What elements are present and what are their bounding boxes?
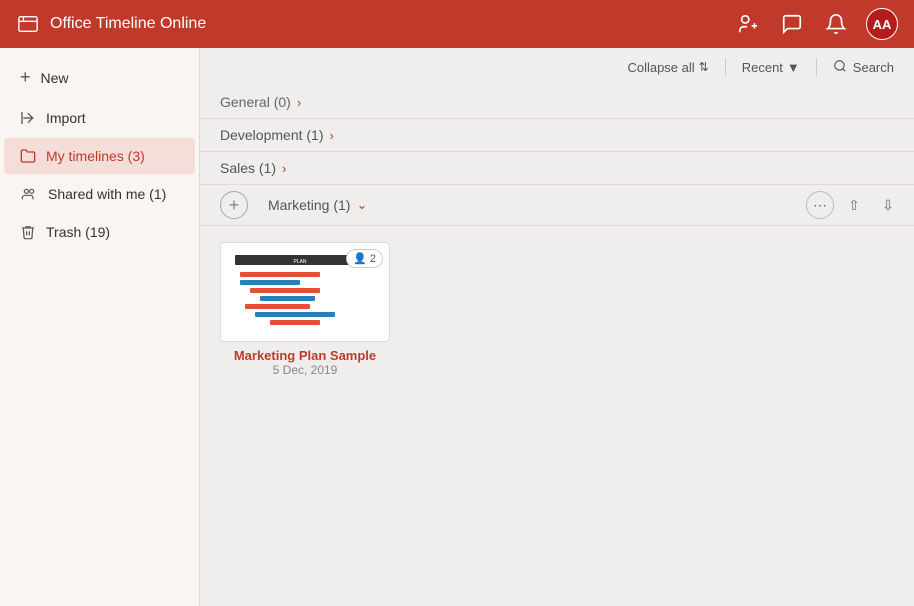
collapse-icon: ⇅ [699, 60, 709, 74]
folder-icon [20, 148, 36, 164]
group-marketing-actions: ⋯ ⇧ ⇩ [806, 191, 914, 219]
toolbar-divider [725, 58, 726, 76]
header-actions: AA [734, 8, 898, 40]
group-development: Development (1) › [200, 119, 914, 152]
collapse-all-button[interactable]: Collapse all ⇅ [627, 60, 708, 75]
svg-text:PLAN: PLAN [293, 259, 306, 265]
add-user-icon[interactable] [734, 10, 762, 38]
group-sales-title-area: Sales (1) › [220, 160, 286, 176]
trash-icon [20, 224, 36, 240]
marketing-cards-area: PLAN 👤 2 [200, 226, 914, 393]
group-marketing-up-button[interactable]: ⇧ [840, 191, 868, 219]
toolbar: Collapse all ⇅ Recent ▼ Search [200, 48, 914, 86]
sidebar-item-new[interactable]: + New [4, 57, 195, 98]
marketing-plan-card[interactable]: PLAN 👤 2 [220, 242, 390, 377]
import-icon [20, 110, 36, 126]
group-general-header[interactable]: General (0) › [200, 86, 914, 119]
group-marketing-title-area[interactable]: Marketing (1) ⌄ [248, 197, 806, 213]
group-development-header[interactable]: Development (1) › [200, 119, 914, 152]
group-marketing-header-row: + Marketing (1) ⌄ ⋯ ⇧ ⇩ [200, 185, 914, 226]
group-development-expand-icon: › [330, 128, 334, 143]
sidebar-item-shared[interactable]: Shared with me (1) [4, 176, 195, 212]
group-general-expand-icon: › [297, 95, 301, 110]
group-marketing-more-button[interactable]: ⋯ [806, 191, 834, 219]
search-button[interactable]: Search [833, 59, 894, 76]
app-logo-icon [16, 12, 40, 36]
group-development-title-area: Development (1) › [220, 127, 334, 143]
sidebar-item-import[interactable]: Import [4, 100, 195, 136]
chevron-down-icon: ▼ [787, 60, 800, 75]
group-sales: Sales (1) › [200, 152, 914, 185]
group-marketing-down-button[interactable]: ⇩ [874, 191, 902, 219]
recent-label: Recent [742, 60, 783, 75]
plus-icon: + [20, 67, 31, 88]
search-icon [833, 59, 847, 76]
sidebar: + New Import My timelines (3) [0, 48, 200, 606]
group-development-label: Development (1) [220, 127, 324, 143]
group-sales-expand-icon: › [282, 161, 286, 176]
recent-button[interactable]: Recent ▼ [742, 60, 800, 75]
bell-icon[interactable] [822, 10, 850, 38]
sidebar-trash-label: Trash (19) [46, 224, 110, 240]
app-title: Office Timeline Online [50, 15, 734, 33]
main-content: Collapse all ⇅ Recent ▼ Search [200, 48, 914, 606]
add-to-marketing-button[interactable]: + [220, 191, 248, 219]
group-general-label: General (0) [220, 94, 291, 110]
main-layout: + New Import My timelines (3) [0, 48, 914, 606]
marketing-plan-name: Marketing Plan Sample [220, 348, 390, 363]
marketing-plan-date: 5 Dec, 2019 [220, 363, 390, 377]
user-avatar[interactable]: AA [866, 8, 898, 40]
shared-icon [20, 186, 38, 202]
collaborators-count: 2 [370, 253, 376, 265]
header: Office Timeline Online AA [0, 0, 914, 48]
marketing-plan-thumbnail: PLAN 👤 2 [220, 242, 390, 342]
sidebar-new-label: New [41, 70, 69, 86]
sidebar-item-trash[interactable]: Trash (19) [4, 214, 195, 250]
collapse-all-label: Collapse all [627, 60, 694, 75]
group-marketing-collapse-icon: ⌄ [356, 197, 367, 213]
search-label: Search [853, 60, 894, 75]
group-marketing-label: Marketing (1) [268, 197, 350, 213]
collab-person-icon: 👤 [353, 252, 367, 265]
sidebar-item-my-timelines[interactable]: My timelines (3) [4, 138, 195, 174]
sidebar-import-label: Import [46, 110, 86, 126]
collaborators-badge: 👤 2 [346, 249, 383, 268]
group-general-title-area: General (0) › [220, 94, 301, 110]
group-general: General (0) › [200, 86, 914, 119]
group-marketing: + Marketing (1) ⌄ ⋯ ⇧ ⇩ [200, 185, 914, 393]
chat-icon[interactable] [778, 10, 806, 38]
toolbar-divider-2 [816, 58, 817, 76]
group-sales-label: Sales (1) [220, 160, 276, 176]
sidebar-shared-label: Shared with me (1) [48, 186, 166, 202]
sidebar-my-timelines-label: My timelines (3) [46, 148, 145, 164]
group-sales-header[interactable]: Sales (1) › [200, 152, 914, 185]
